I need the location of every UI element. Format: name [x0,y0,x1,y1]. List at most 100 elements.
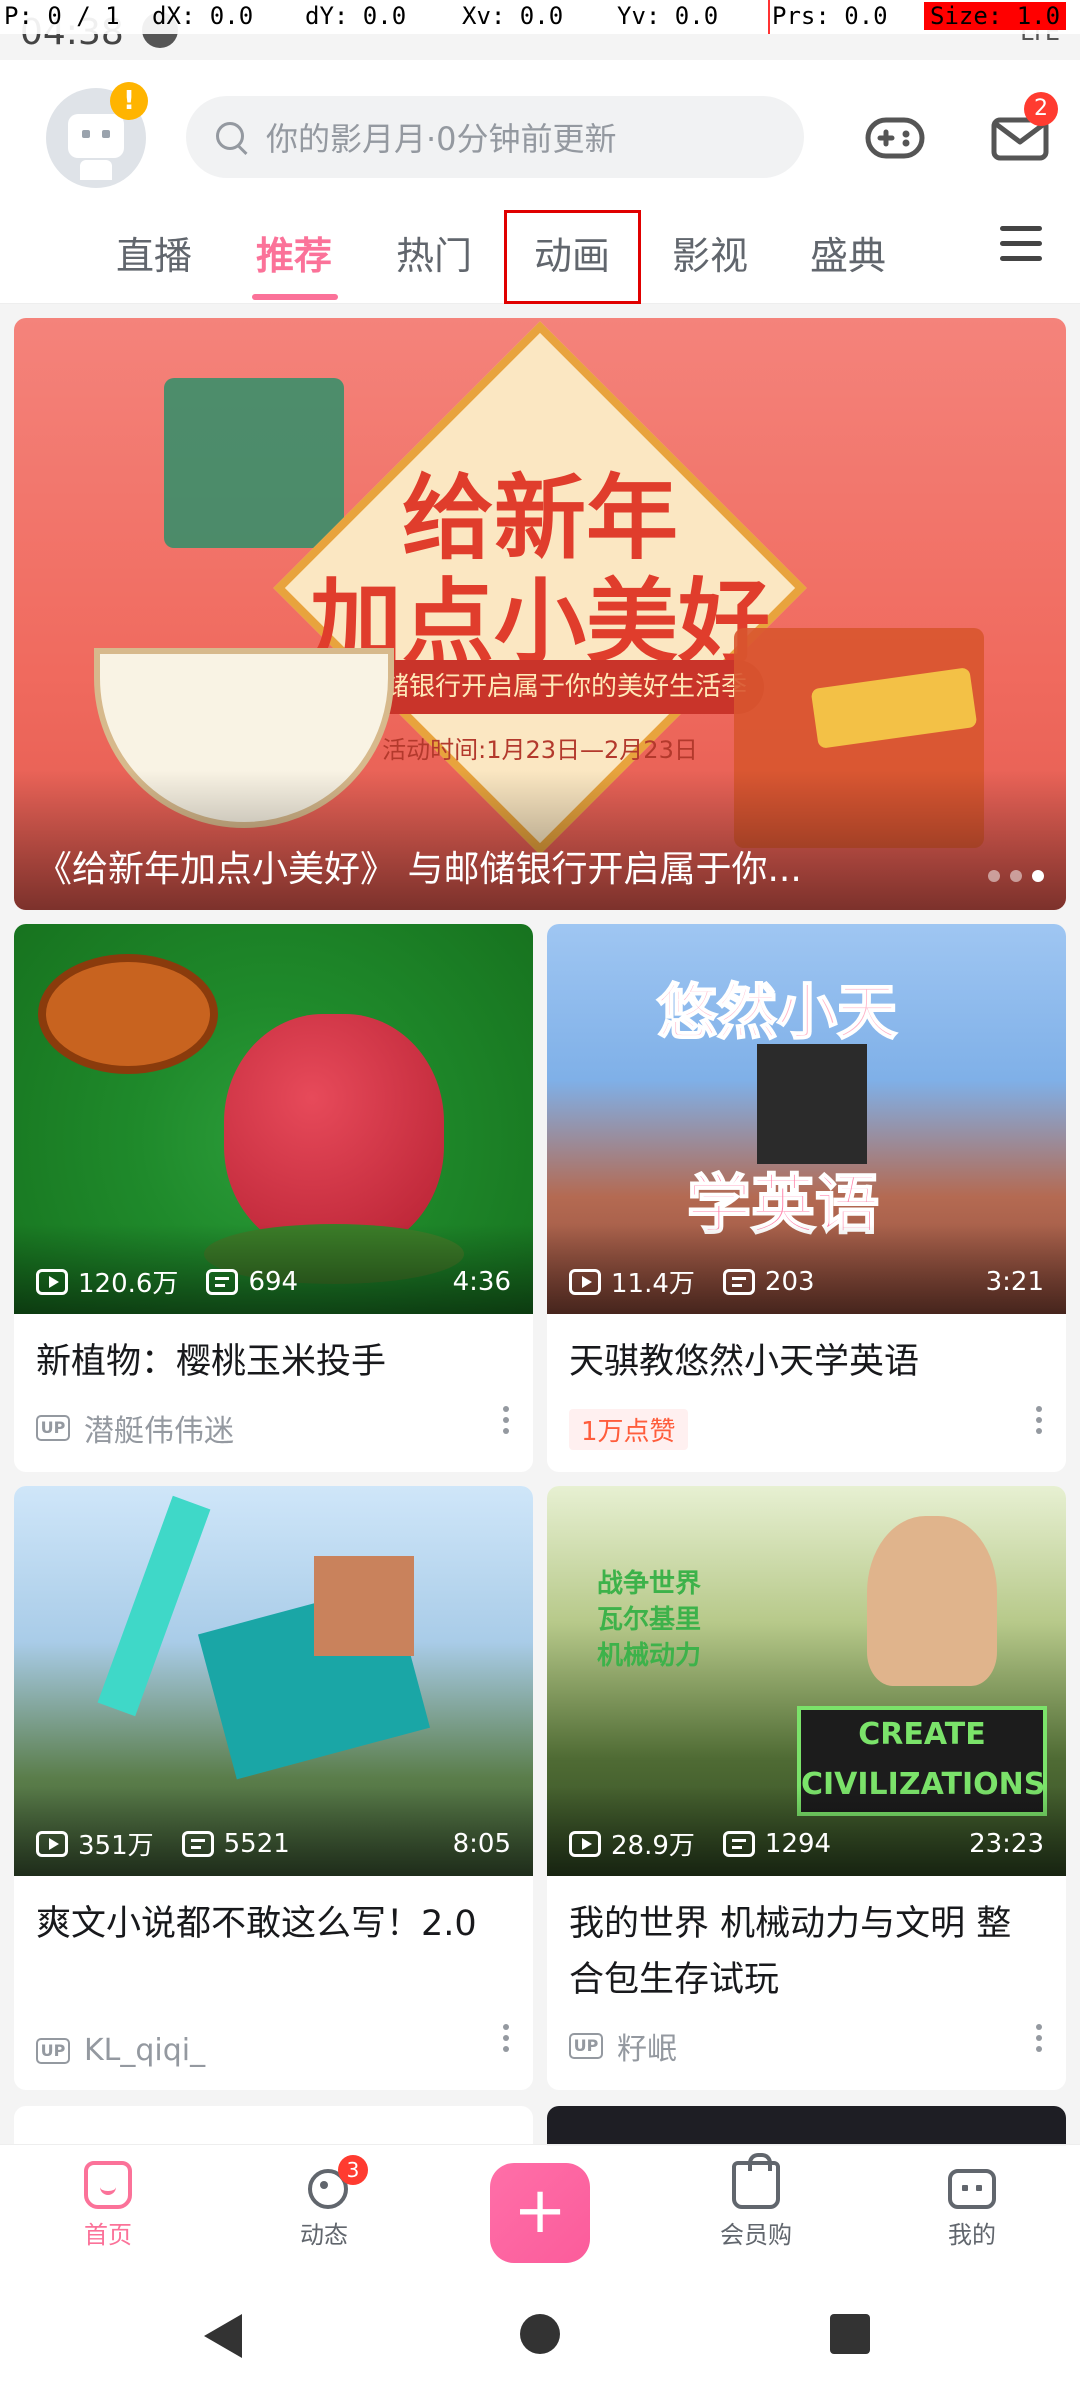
search-icon [214,120,248,154]
banner-dot-active [1032,870,1044,882]
debug-pointer: P: 0 / 1 [4,2,120,30]
back-icon[interactable] [204,2314,242,2358]
thumb-character [757,1044,867,1164]
nav-home[interactable]: 首页 [48,2161,168,2250]
debug-pressure: Prs: 0.0 [772,2,888,30]
search-placeholder: 你的影月月·0分钟前更新 [266,120,617,158]
video-card[interactable]: 悠然小天 学英语 11.4万 203 3:21 天骐教悠然小天学英语 1万点赞 [547,924,1066,1472]
tab-highlight-box [504,210,641,304]
video-meta: UP KL_qiqi_ [36,2033,205,2068]
video-stats: 351万 5521 8:05 [36,1825,511,1862]
nav-dynamic-label: 动态 [300,2221,348,2249]
video-card[interactable]: 120.6万 694 4:36 新植物：樱桃玉米投手 UP 潜艇伟伟迷 [14,924,533,1472]
thumb-person [867,1516,997,1686]
like-badge: 1万点赞 [569,1409,688,1450]
danmaku-count: 694 [248,1266,299,1297]
danmaku-count: 5521 [223,1828,290,1859]
banner-caption: 《给新年加点小美好》 与邮储银行开启属于你... [36,849,802,890]
video-card-partial[interactable] [547,2106,1066,2146]
video-card-partial[interactable] [14,2106,533,2146]
pointer-location-overlay: P: 0 / 1 dX: 0.0 dY: 0.0 Xv: 0.0 Yv: 0.0… [0,0,1080,34]
debug-dx: dX: 0.0 [152,2,254,30]
publish-button[interactable]: + [490,2163,590,2263]
up-icon: UP [569,2033,603,2059]
video-meta: 1万点赞 [569,1409,688,1450]
promo-banner[interactable]: 给新年 加点小美好 与邮储银行开启属于你的美好生活季 活动时间:1月23日—2月… [14,318,1066,910]
play-count-icon [569,1830,601,1857]
up-icon: UP [36,2037,70,2064]
video-stats: 11.4万 203 3:21 [569,1263,1044,1300]
home-circle-icon[interactable] [520,2314,560,2354]
video-duration: 8:05 [452,1828,511,1859]
video-meta: UP 籽岷 [569,2024,677,2068]
thumb-sword [97,1495,211,1717]
top-header: ! 你的影月月·0分钟前更新 2 [0,60,1080,210]
avatar-stand [80,160,112,180]
author-name[interactable]: KL_qiqi_ [84,2033,205,2068]
video-thumbnail: 战争世界 瓦尔基里 机械动力 CREATE CIVILIZATIONS 28.9… [547,1486,1066,1876]
author-name[interactable]: 籽岷 [617,2024,677,2068]
debug-dy: dY: 0.0 [305,2,407,30]
home-icon [84,2161,132,2209]
tab-hot[interactable]: 热门 [374,224,494,288]
thumb-basket [38,954,218,1074]
danmaku-icon [722,1268,755,1295]
game-controller-icon[interactable] [862,104,928,170]
more-options-icon[interactable] [1036,1406,1044,1436]
video-card[interactable]: 351万 5521 8:05 爽文小说都不敢这么写！2.0 UP KL_qiqi… [14,1486,533,2090]
video-thumbnail: 悠然小天 学英语 11.4万 203 3:21 [547,924,1066,1314]
thumb-text: 战争世界 [597,1569,702,1599]
view-count: 28.9万 [611,1831,695,1861]
video-thumbnail: 120.6万 694 4:36 [14,924,533,1314]
nav-home-label: 首页 [84,2221,132,2249]
banner-dot [988,870,1000,882]
more-options-icon[interactable] [503,2024,511,2054]
tab-festival[interactable]: 盛典 [788,224,908,288]
danmaku-count: 1294 [764,1828,832,1859]
debug-size: Size: 1.0 [924,2,1067,30]
tv-profile-icon [948,2169,996,2209]
debug-xv: Xv: 0.0 [462,2,564,30]
menu-icon[interactable] [1000,226,1042,268]
view-count: 120.6万 [78,1269,179,1299]
video-meta: UP 潜艇伟伟迷 [36,1406,234,1450]
dynamic-badge: 3 [338,2155,368,2185]
danmaku-icon [722,1830,755,1857]
play-count-icon [36,1268,68,1295]
video-card[interactable]: 战争世界 瓦尔基里 机械动力 CREATE CIVILIZATIONS 28.9… [547,1486,1066,2090]
author-name[interactable]: 潜艇伟伟迷 [84,1406,234,1450]
tab-recommend[interactable]: 推荐 [234,224,354,288]
nav-shop-label: 会员购 [720,2221,792,2249]
view-count: 11.4万 [611,1269,695,1299]
play-count-icon [36,1830,68,1857]
video-duration: 3:21 [985,1266,1044,1297]
thumb-face [314,1556,414,1656]
video-thumbnail: 351万 5521 8:05 [14,1486,533,1876]
tab-live[interactable]: 直播 [94,224,214,288]
video-duration: 23:23 [969,1828,1044,1859]
thumb-text: 机械动力 [597,1641,702,1671]
danmaku-icon [206,1268,239,1295]
shopping-bag-icon [732,2153,780,2209]
video-title: 新植物：樱桃玉米投手 [36,1342,387,1382]
thumb-text-group: 战争世界 瓦尔基里 机械动力 [597,1566,701,1674]
nav-shop[interactable]: 会员购 [696,2153,816,2250]
tv-avatar-icon [68,114,124,158]
danmaku-icon [181,1830,214,1857]
video-stats: 28.9万 1294 23:23 [569,1825,1044,1862]
mail-badge: 2 [1024,92,1058,126]
thumb-berry [224,1014,444,1254]
video-stats: 120.6万 694 4:36 [36,1263,511,1300]
banner-dot [1010,870,1022,882]
recents-icon[interactable] [830,2314,870,2354]
more-options-icon[interactable] [1036,2024,1044,2054]
search-bar[interactable]: 你的影月月·0分钟前更新 [186,96,804,178]
video-duration: 4:36 [452,1266,511,1297]
nav-mine[interactable]: 我的 [912,2161,1032,2250]
more-options-icon[interactable] [503,1406,511,1436]
debug-divider [768,0,770,34]
bottom-navigation: 首页 动态 3 + 会员购 我的 [0,2144,1080,2270]
system-navigation-bar [0,2270,1080,2400]
tab-film[interactable]: 影视 [650,224,770,288]
banner-page-dots [988,870,1044,882]
